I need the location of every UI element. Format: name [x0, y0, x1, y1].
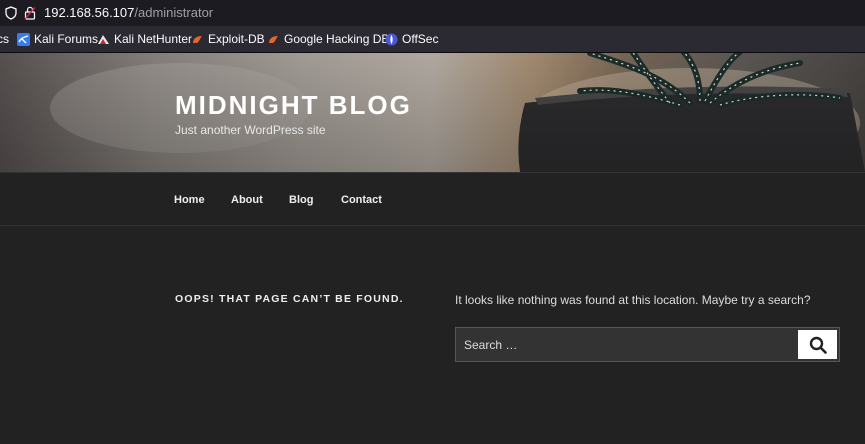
browser-url-bar[interactable]: 192.168.56.107/administrator	[0, 0, 865, 26]
bookmark-label: OffSec	[402, 32, 439, 46]
site-header: MIDNIGHT BLOG Just another WordPress sit…	[0, 53, 865, 172]
shield-icon[interactable]	[5, 6, 17, 20]
bookmark-label: Kali NetHunter	[114, 32, 193, 46]
nav-item-about[interactable]: About	[231, 194, 263, 206]
offsec-icon	[385, 33, 398, 45]
ghdb-icon	[269, 35, 278, 43]
nav-item-home[interactable]: Home	[174, 194, 205, 206]
search-icon	[809, 336, 827, 354]
main-navigation: Home About Blog Contact	[0, 172, 865, 226]
page-title: OOPS! THAT PAGE CAN’T BE FOUND.	[175, 293, 404, 305]
kali-forums-icon	[17, 32, 30, 46]
lock-icon[interactable]	[24, 6, 36, 20]
url-text[interactable]: 192.168.56.107/administrator	[44, 5, 213, 20]
bookmark-offsec[interactable]: OffSec	[385, 32, 438, 46]
bookmark-kali-forums[interactable]: Kali Forums	[17, 32, 98, 46]
bookmark-kali-docs[interactable]: cs	[0, 32, 9, 46]
nav-item-contact[interactable]: Contact	[341, 194, 382, 206]
bookmark-kali-nethunter[interactable]: Kali NetHunter	[97, 32, 192, 46]
bookmark-label: Kali Forums	[34, 32, 99, 46]
bookmark-exploit-db[interactable]: Exploit-DB	[191, 32, 265, 46]
search-input[interactable]	[456, 328, 796, 361]
url-path: /administrator	[134, 5, 214, 20]
not-found-message: It looks like nothing was found at this …	[455, 293, 811, 307]
header-overlay	[0, 53, 865, 172]
url-host: 192.168.56.107	[44, 5, 135, 20]
search-form	[455, 327, 840, 362]
bookmark-label: Exploit-DB	[208, 32, 265, 46]
search-button[interactable]	[798, 330, 837, 359]
main-content: OOPS! THAT PAGE CAN’T BE FOUND. It looks…	[0, 227, 865, 444]
kali-nethunter-icon	[98, 34, 109, 44]
bookmark-label: Google Hacking DB	[284, 32, 390, 46]
bookmark-google-hacking-db[interactable]: Google Hacking DB	[267, 32, 389, 46]
bookmark-label: cs	[0, 32, 9, 46]
site-title[interactable]: MIDNIGHT BLOG	[175, 90, 412, 121]
bookmarks-bar: cs Kali Forums Kali NetHunter Exploit-DB…	[0, 26, 865, 53]
site-description: Just another WordPress site	[175, 123, 326, 137]
exploit-db-icon	[193, 35, 202, 43]
nav-item-blog[interactable]: Blog	[289, 194, 313, 206]
